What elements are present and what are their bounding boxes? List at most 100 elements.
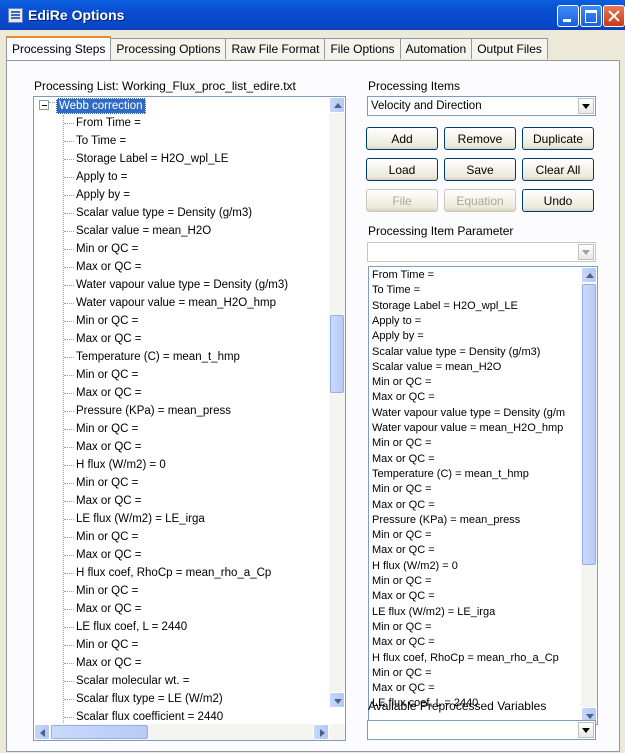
parameter-line: Storage Label = H2O_wpl_LE xyxy=(372,299,518,312)
parameter-line: Water vapour value = mean_H2O_hmp xyxy=(372,422,564,434)
tree-item[interactable]: LE flux coef, L = 2440 xyxy=(63,619,187,635)
parameter-line: Min or QC = xyxy=(372,620,432,633)
minimize-button[interactable] xyxy=(557,5,579,27)
parameter-line: Min or QC = xyxy=(372,376,432,389)
window-title: EdiRe Options xyxy=(28,7,125,23)
parameter-line: Scalar value = mean_H2O xyxy=(372,360,502,373)
scroll-left-icon[interactable] xyxy=(34,724,50,740)
collapse-icon[interactable] xyxy=(39,100,49,110)
processing-list-label: Processing List: Working_Flux_proc_list_… xyxy=(34,79,296,93)
scroll-right-icon[interactable] xyxy=(313,724,329,740)
parameter-line: From Time = xyxy=(372,269,435,281)
tree-item[interactable]: From Time = xyxy=(64,115,141,131)
duplicate-button[interactable]: Duplicate xyxy=(522,127,594,150)
tree-item[interactable]: To Time = xyxy=(63,133,126,149)
chevron-down-icon[interactable] xyxy=(578,98,594,114)
tree-item[interactable]: Max or QC = xyxy=(64,385,142,401)
tree-guide-line xyxy=(63,115,64,740)
scroll-thumb[interactable] xyxy=(582,284,596,565)
tree-item[interactable]: Scalar value type = Density (g/m3) xyxy=(63,205,252,221)
tree-horizontal-scrollbar[interactable] xyxy=(34,724,345,740)
processing-list-tree[interactable]: Webb correction From Time = To Time = Stor… xyxy=(33,96,346,741)
tree-item[interactable]: Max or QC = xyxy=(64,259,142,275)
tab-strip: Processing Steps Processing Options Raw … xyxy=(6,36,548,60)
available-variables-select[interactable] xyxy=(367,720,596,740)
processing-items-label: Processing Items xyxy=(368,79,461,93)
tree-item[interactable]: Scalar flux type = LE (W/m2) xyxy=(64,691,223,707)
parameter-select[interactable] xyxy=(367,242,596,262)
parameter-line: Min or QC = xyxy=(372,666,432,679)
tree-item[interactable]: Storage Label = H2O_wpl_LE xyxy=(63,151,228,167)
parameter-line: Max or QC = xyxy=(372,590,435,603)
tree-item[interactable]: Max or QC = xyxy=(64,331,142,347)
parameter-line: Apply to = xyxy=(372,314,422,327)
parameter-line: H flux coef, RhoCp = mean_rho_a_Cp xyxy=(372,651,559,664)
title-bar[interactable]: EdiRe Options xyxy=(0,0,625,30)
tree-item[interactable]: Max or QC = xyxy=(64,493,142,509)
tree-item[interactable]: Apply to = xyxy=(63,169,127,185)
scroll-thumb[interactable] xyxy=(330,315,344,393)
tree-item[interactable]: H flux coef, RhoCp = mean_rho_a_Cp xyxy=(63,565,271,581)
tree-item[interactable]: Min or QC = xyxy=(63,475,138,491)
tree-item[interactable]: Water vapour value = mean_H2O_hmp xyxy=(64,295,276,311)
tree-item[interactable]: Min or QC = xyxy=(63,421,138,437)
tree-item[interactable]: Water vapour value type = Density (g/m3) xyxy=(63,277,288,293)
tree-item[interactable]: LE flux (W/m2) = LE_irga xyxy=(64,511,205,527)
parameter-line: Water vapour value type = Density (g/m xyxy=(372,406,566,419)
file-button[interactable]: File xyxy=(366,189,438,212)
close-button[interactable] xyxy=(603,5,625,27)
maximize-button[interactable] xyxy=(580,5,602,27)
tab-automation[interactable]: Automation xyxy=(399,38,473,59)
tree-item[interactable]: Min or QC = xyxy=(63,313,138,329)
available-variables-label: Available Preprocessed Variables xyxy=(368,699,547,713)
chevron-down-icon[interactable] xyxy=(578,244,594,260)
load-button[interactable]: Load xyxy=(366,158,438,181)
tree-item[interactable]: Scalar flux coefficient = 2440 xyxy=(63,709,223,725)
tab-raw-file-format[interactable]: Raw File Format xyxy=(225,38,326,59)
parameter-line: Max or QC = xyxy=(372,391,435,404)
tree-item[interactable]: Pressure (KPa) = mean_press xyxy=(64,403,231,419)
chevron-down-icon[interactable] xyxy=(578,722,594,738)
tree-item[interactable]: Min or QC = xyxy=(63,367,138,383)
parameter-textbox[interactable]: From Time = To Time = Storage Label = H2O_… xyxy=(368,266,598,725)
scroll-up-icon[interactable] xyxy=(329,97,345,113)
parameter-line: Scalar value type = Density (g/m3) xyxy=(372,345,541,358)
save-button[interactable]: Save xyxy=(444,158,516,181)
tree-root-webb-correction[interactable]: Webb correction xyxy=(56,98,146,114)
tree-item[interactable]: H flux (W/m2) = 0 xyxy=(64,457,166,473)
tree-item[interactable]: Min or QC = xyxy=(63,637,138,653)
tree-item[interactable]: Min or QC = xyxy=(63,241,138,257)
tree-vertical-scrollbar[interactable] xyxy=(329,97,345,708)
scroll-down-icon[interactable] xyxy=(329,692,345,708)
tree-item[interactable]: Scalar value = mean_H2O xyxy=(63,223,211,239)
tab-processing-options[interactable]: Processing Options xyxy=(110,38,227,59)
parameter-scrollbar[interactable] xyxy=(581,267,597,724)
remove-button[interactable]: Remove xyxy=(444,127,516,150)
scroll-up-icon[interactable] xyxy=(581,267,597,283)
parameter-line: Max or QC = xyxy=(372,682,435,695)
tree-item[interactable]: Max or QC = xyxy=(64,655,142,671)
tree-item[interactable]: Max or QC = xyxy=(64,547,142,563)
clear-all-button[interactable]: Clear All xyxy=(522,158,594,181)
tab-output-files[interactable]: Output Files xyxy=(471,38,548,59)
tree-item[interactable]: Temperature (C) = mean_t_hmp xyxy=(64,349,240,365)
tree-item[interactable]: Max or QC = xyxy=(64,601,142,617)
parameter-line: Max or QC = xyxy=(372,452,435,465)
parameter-line: Min or QC = xyxy=(372,529,432,542)
processing-items-select[interactable]: Velocity and Direction xyxy=(367,96,596,116)
tab-file-options[interactable]: File Options xyxy=(324,38,401,59)
tree-item[interactable]: Max or QC = xyxy=(64,439,142,455)
parameter-line: Max or QC = xyxy=(372,498,435,511)
equation-button[interactable]: Equation xyxy=(444,189,516,212)
tree-item[interactable]: Min or QC = xyxy=(63,529,138,545)
tree-item[interactable]: Apply by = xyxy=(63,187,130,203)
tree-item[interactable]: Min or QC = xyxy=(63,583,138,599)
tree-item[interactable]: Scalar molecular wt. = xyxy=(63,673,189,689)
tab-processing-steps[interactable]: Processing Steps xyxy=(6,36,112,60)
parameter-line: Min or QC = xyxy=(372,437,432,450)
parameter-line: LE flux (W/m2) = LE_irga xyxy=(372,605,496,618)
add-button[interactable]: Add xyxy=(366,127,438,150)
parameter-line: Max or QC = xyxy=(372,636,435,649)
hscroll-thumb[interactable] xyxy=(51,725,148,739)
undo-button[interactable]: Undo xyxy=(522,189,594,212)
